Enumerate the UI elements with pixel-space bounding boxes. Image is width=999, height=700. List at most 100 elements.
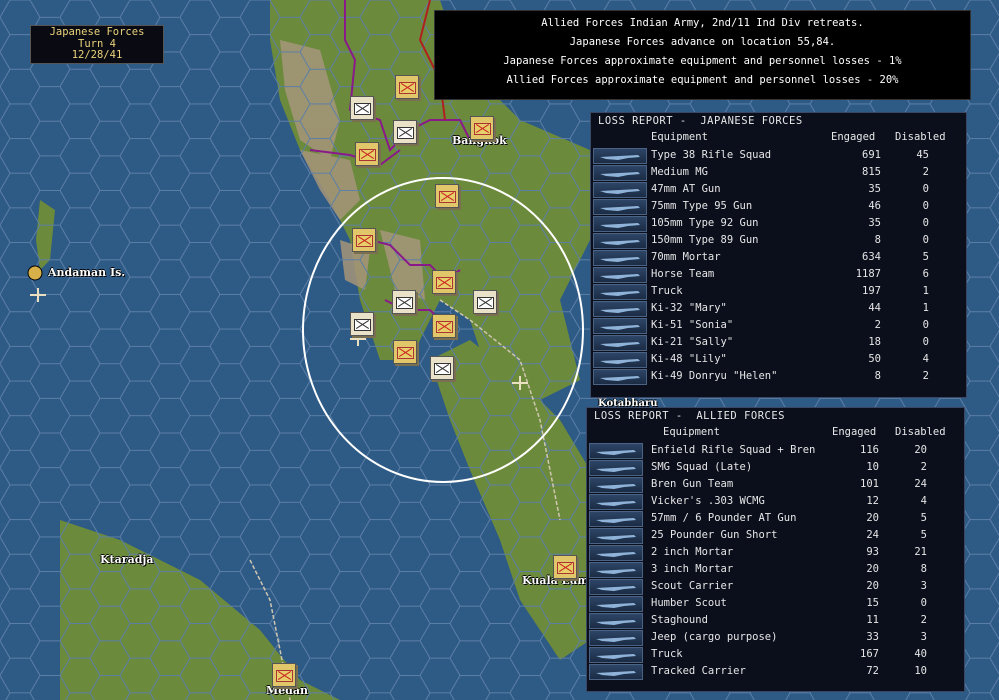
japanese-unit-counter[interactable] [352,228,376,252]
port-anchor-icon [27,265,43,281]
engaged-count: 101 [860,478,879,490]
turn-date: 12/28/41 [71,49,123,61]
loss-row: Truck 197 1 [591,283,966,300]
loss-row: Scout Carrier 20 3 [587,578,964,595]
col-equipment: Equipment [663,426,720,438]
equipment-name: Type 38 Rifle Squad [651,149,772,161]
equipment-name: Tracked Carrier [651,665,746,677]
japanese-unit-counter[interactable] [553,555,577,579]
allied-unit-counter[interactable] [473,290,497,314]
loss-row: Vicker's .303 WCMG 12 4 [587,493,964,510]
at-gun-icon [593,182,647,198]
equipment-name: 25 Pounder Gun Short [651,529,778,541]
loss-row: 25 Pounder Gun Short 24 5 [587,527,964,544]
disabled-count: 2 [922,166,929,178]
engaged-count: 12 [866,495,879,507]
equipment-name: Staghound [651,614,708,626]
engaged-count: 33 [866,631,879,643]
equipment-name: Truck [651,285,683,297]
engaged-count: 18 [868,336,881,348]
japanese-unit-counter[interactable] [432,270,456,294]
japanese-unit-counter[interactable] [395,75,419,99]
engaged-count: 93 [866,546,879,558]
rifle-icon [593,148,647,164]
equipment-name: 47mm AT Gun [651,183,721,195]
equipment-name: Ki-21 "Sally" [651,336,734,348]
truck-icon [593,284,647,300]
disabled-count: 3 [920,580,927,592]
disabled-count: 1 [922,302,929,314]
disabled-count: 10 [914,665,927,677]
combat-message: Japanese Forces advance on location 55,8… [569,36,836,48]
equipment-name: 70mm Mortar [651,251,721,263]
disabled-count: 0 [922,234,929,246]
loss-row: Jeep (cargo purpose) 33 3 [587,629,964,646]
report-title: LOSS REPORT - ALLIED FORCES [594,410,786,422]
equipment-name: Scout Carrier [651,580,734,592]
artillery-icon [593,233,647,249]
equipment-name: 75mm Type 95 Gun [651,200,753,212]
engaged-count: 44 [868,302,881,314]
engaged-count: 634 [862,251,881,263]
japanese-loss-report: LOSS REPORT - JAPANESE FORCES Equipment … [590,112,967,398]
equipment-name: SMG Squad (Late) [651,461,753,473]
machine-gun-icon [593,165,647,181]
aircraft-icon [593,318,647,334]
loss-row: 57mm / 6 Pounder AT Gun 20 5 [587,510,964,527]
loss-row: Ki-49 Donryu "Helen" 8 2 [591,368,966,385]
machine-gun-icon [589,477,643,493]
carrier-icon [589,664,643,680]
equipment-name: 150mm Type 89 Gun [651,234,759,246]
engaged-count: 8 [874,234,881,246]
engaged-count: 11 [866,614,879,626]
equipment-name: 2 inch Mortar [651,546,734,558]
loss-row: Truck 167 40 [587,646,964,663]
loss-row: Ki-32 "Mary" 44 1 [591,300,966,317]
map-label-ktaradja: Ktaradja [100,553,154,566]
equipment-name: Ki-51 "Sonia" [651,319,734,331]
loss-row: 75mm Type 95 Gun 46 0 [591,198,966,215]
equipment-name: 57mm / 6 Pounder AT Gun [651,512,797,524]
engaged-count: 20 [866,580,879,592]
disabled-count: 4 [922,353,929,365]
disabled-count: 2 [922,370,929,382]
disabled-count: 8 [920,563,927,575]
engaged-count: 1187 [855,268,881,280]
disabled-count: 2 [920,461,927,473]
armored-car-icon [589,613,643,629]
equipment-name: Ki-32 "Mary" [651,302,727,314]
disabled-count: 24 [914,478,927,490]
allied-unit-counter[interactable] [430,356,454,380]
japanese-unit-counter[interactable] [272,663,296,687]
equipment-name: Vicker's .303 WCMG [651,495,765,507]
allied-unit-counter[interactable] [350,96,374,120]
allied-loss-report: LOSS REPORT - ALLIED FORCES Equipment En… [586,407,965,692]
truck-icon [589,647,643,663]
allied-unit-counter[interactable] [393,120,417,144]
allied-unit-counter[interactable] [392,290,416,314]
carrier-icon [589,579,643,595]
disabled-count: 0 [920,597,927,609]
japanese-unit-counter[interactable] [435,184,459,208]
japanese-unit-counter[interactable] [470,116,494,140]
armored-car-icon [589,596,643,612]
engaged-count: 167 [860,648,879,660]
horse-icon [593,267,647,283]
col-engaged: Engaged [832,426,877,438]
japanese-unit-counter[interactable] [355,142,379,166]
engaged-count: 35 [868,183,881,195]
loss-row: Humber Scout 15 0 [587,595,964,612]
equipment-name: 3 inch Mortar [651,563,734,575]
aircraft-icon [593,301,647,317]
loss-row: Ki-48 "Lily" 50 4 [591,351,966,368]
engaged-count: 116 [860,444,879,456]
japanese-unit-counter[interactable] [432,314,456,338]
combat-message: Allied Forces Indian Army, 2nd/11 Ind Di… [541,17,864,29]
artillery-icon [593,199,647,215]
engaged-count: 72 [866,665,879,677]
allied-unit-counter[interactable] [350,312,374,336]
col-engaged: Engaged [831,131,876,143]
disabled-count: 45 [916,149,929,161]
disabled-count: 2 [920,614,927,626]
japanese-unit-counter[interactable] [393,340,417,364]
